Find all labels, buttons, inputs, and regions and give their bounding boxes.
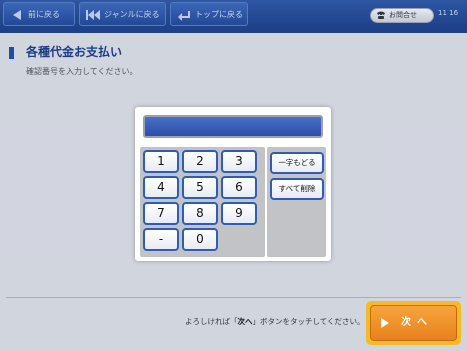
key-9[interactable]: 9 [221,202,257,225]
key-4[interactable]: 4 [143,176,179,199]
key-3[interactable]: 3 [221,150,257,173]
key-7[interactable]: 7 [143,202,179,225]
key-5[interactable]: 5 [182,176,218,199]
next-button-label: 次へ [401,317,433,328]
next-button-frame: 次へ [366,301,461,345]
key-hyphen[interactable]: - [143,228,179,251]
backspace-button[interactable]: 一字もどる [270,152,324,174]
key-6[interactable]: 6 [221,176,257,199]
code-display-field [143,115,323,138]
play-icon [381,318,389,328]
key-8[interactable]: 8 [182,202,218,225]
key-1[interactable]: 1 [143,150,179,173]
edit-keys-panel: 一字もどる すべて削除 [267,147,326,257]
next-button[interactable]: 次へ [370,305,457,341]
key-0[interactable]: 0 [182,228,218,251]
clear-all-button[interactable]: すべて削除 [270,178,324,200]
key-2[interactable]: 2 [182,150,218,173]
numeric-keypad: 1 2 3 4 5 6 7 8 9 - 0 [140,147,265,257]
keypad-dialog: 1 2 3 4 5 6 7 8 9 - 0 一字もどる すべて削除 [135,107,331,261]
